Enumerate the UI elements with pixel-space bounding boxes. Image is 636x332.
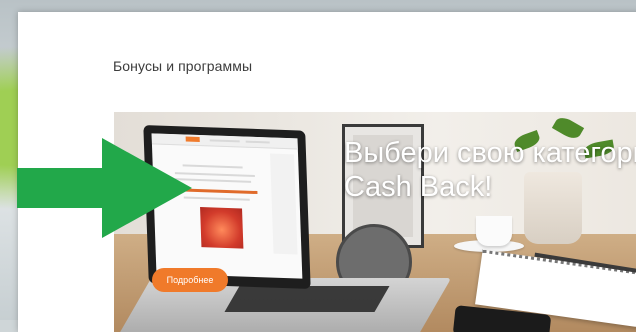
banner-heading: Выбери свою категори Cash Back! [344, 137, 636, 203]
more-button[interactable]: Подробнее [152, 268, 228, 292]
laptop-keyboard [224, 286, 390, 312]
section-title: Бонусы и программы [113, 58, 253, 74]
mini-promo-image [200, 207, 244, 249]
arrow-right-icon [17, 138, 192, 238]
promo-banner[interactable]: Выбери свою категори Cash Back! Подробне… [114, 112, 636, 332]
coffee-cup [476, 216, 512, 246]
